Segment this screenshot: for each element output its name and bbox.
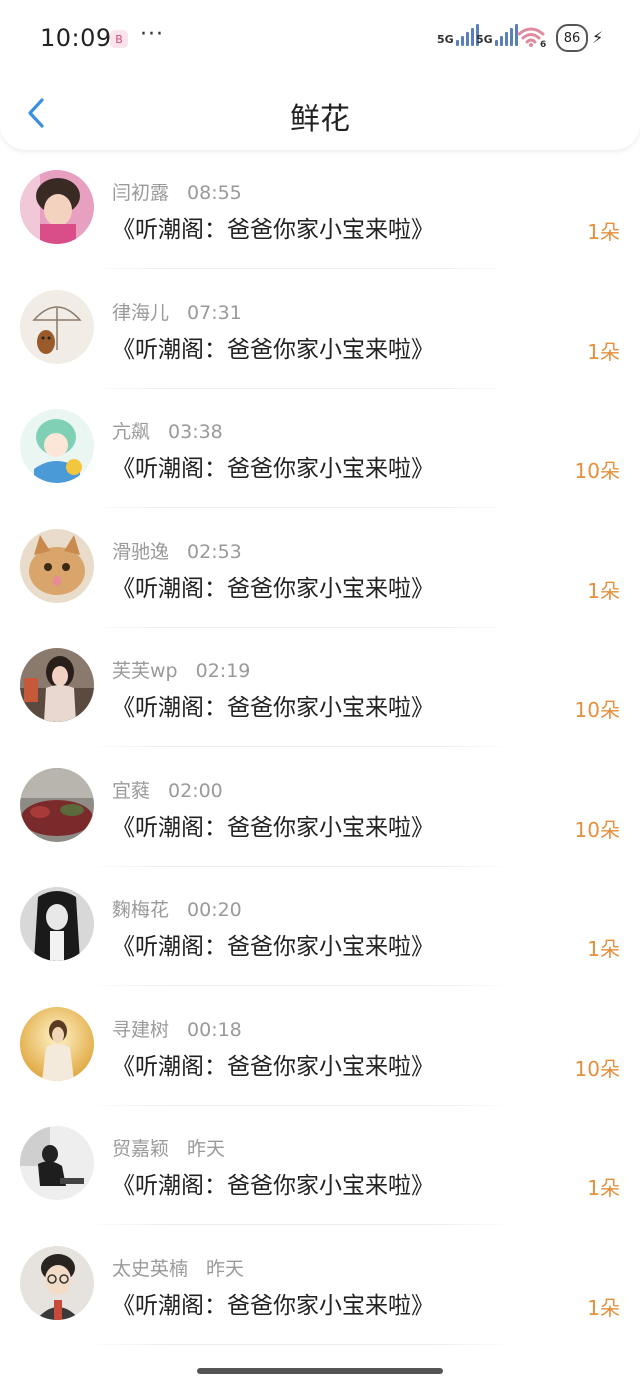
message-text: 《听潮阁：爸爸你家小宝来啦》 <box>112 217 434 243</box>
signal-5g-icon-2: 5G <box>476 24 518 46</box>
flower-count: 1朵 <box>587 1176 620 1200</box>
message-text: 《听潮阁：爸爸你家小宝来啦》 <box>112 695 434 721</box>
list-item[interactable]: 闫初露 08:55 《听潮阁：爸爸你家小宝来啦》 1朵 <box>0 150 640 270</box>
message-text: 《听潮阁：爸爸你家小宝来啦》 <box>112 814 434 841</box>
app-notification-icon: B <box>110 30 128 48</box>
list-item[interactable]: 太史英楠 昨天 《听潮阁：爸爸你家小宝来啦》 1朵 <box>0 1226 640 1346</box>
top-bar: 10:09 B ··· 5G 5G 6 86 ⚡ 鲜花 <box>0 0 640 150</box>
avatar[interactable] <box>20 170 94 244</box>
sender-name: 亢飙 <box>112 421 151 443</box>
list-item[interactable]: 亢飙 03:38 《听潮阁：爸爸你家小宝来啦》 10朵 <box>0 389 640 509</box>
list-item[interactable]: 芙芙wp 02:19 《听潮阁：爸爸你家小宝来啦》 10朵 <box>0 628 640 748</box>
more-notifications-icon: ··· <box>140 22 164 47</box>
list-item[interactable]: 滑驰逸 02:53 《听潮阁：爸爸你家小宝来啦》 1朵 <box>0 509 640 629</box>
message-text: 《听潮阁：爸爸你家小宝来啦》 <box>112 456 434 482</box>
battery-icon: 86 <box>556 24 588 52</box>
send-time: 00:18 <box>187 1018 242 1041</box>
sender-name: 律海儿 <box>112 301 170 324</box>
send-time: 02:00 <box>168 779 223 802</box>
sender-name: 宜蕤 <box>112 779 151 802</box>
sender-name: 贸嘉颖 <box>112 1138 170 1160</box>
sender-name: 麴梅花 <box>112 899 170 921</box>
list-item[interactable]: 宜蕤 02:00 《听潮阁：爸爸你家小宝来啦》 10朵 <box>0 748 640 868</box>
send-time: 昨天 <box>187 1138 226 1160</box>
sender-name: 芙芙wp <box>112 660 178 682</box>
send-time: 02:53 <box>187 540 242 563</box>
flower-count: 1朵 <box>587 578 620 603</box>
sender-name: 太史英楠 <box>112 1257 189 1280</box>
wifi-label: 6 <box>540 40 547 50</box>
list-item[interactable]: 寻建树 00:18 《听潮阁：爸爸你家小宝来啦》 10朵 <box>0 987 640 1107</box>
avatar[interactable] <box>20 289 94 364</box>
avatar[interactable] <box>20 887 94 961</box>
charging-icon: ⚡ <box>592 28 604 47</box>
list-item[interactable]: 律海儿 07:31 《听潮阁：爸爸你家小宝来啦》 1朵 <box>0 270 640 390</box>
flower-count: 1朵 <box>587 220 620 244</box>
status-time: 10:09 <box>40 24 112 52</box>
send-time: 07:31 <box>187 301 242 324</box>
message-text: 《听潮阁：爸爸你家小宝来啦》 <box>112 1053 434 1080</box>
list-item[interactable]: 贸嘉颖 昨天 《听潮阁：爸爸你家小宝来啦》 1朵 <box>0 1106 640 1226</box>
avatar[interactable] <box>20 648 94 722</box>
avatar[interactable] <box>20 409 94 483</box>
flower-count: 1朵 <box>587 937 620 961</box>
status-bar: 10:09 B ··· 5G 5G 6 86 ⚡ <box>0 0 640 80</box>
send-time: 03:38 <box>168 421 223 443</box>
flower-count: 1朵 <box>587 1295 620 1320</box>
avatar[interactable] <box>20 528 94 603</box>
send-time: 00:20 <box>187 899 242 921</box>
send-time: 02:19 <box>195 660 251 682</box>
message-text: 《听潮阁：爸爸你家小宝来啦》 <box>112 575 434 602</box>
list-item[interactable]: 麴梅花 00:20 《听潮阁：爸爸你家小宝来啦》 1朵 <box>0 867 640 987</box>
message-text: 《听潮阁：爸爸你家小宝来啦》 <box>112 1173 434 1199</box>
flower-count: 10朵 <box>574 459 620 483</box>
message-text: 《听潮阁：爸爸你家小宝来啦》 <box>112 1292 434 1319</box>
sender-name: 滑驰逸 <box>112 540 170 563</box>
avatar[interactable] <box>20 1245 94 1320</box>
avatar[interactable] <box>20 1126 94 1200</box>
flower-count: 10朵 <box>574 1056 620 1081</box>
divider <box>86 1343 516 1345</box>
sender-name: 寻建树 <box>112 1018 170 1041</box>
avatar[interactable] <box>20 767 94 842</box>
send-time: 昨天 <box>206 1257 245 1280</box>
flower-count: 1朵 <box>587 339 620 364</box>
page-title: 鲜花 <box>290 102 350 137</box>
flower-list: 闫初露 08:55 《听潮阁：爸爸你家小宝来啦》 1朵 律海儿 07:31 《听潮阁… <box>0 150 640 1345</box>
message-text: 《听潮阁：爸爸你家小宝来啦》 <box>112 934 434 960</box>
flower-count: 10朵 <box>574 817 620 842</box>
message-text: 《听潮阁：爸爸你家小宝来啦》 <box>112 336 434 363</box>
battery-level: 86 <box>563 30 581 46</box>
home-indicator[interactable] <box>197 1368 443 1374</box>
signal-5g-icon: 5G <box>437 24 479 46</box>
sender-name: 闫初露 <box>112 182 170 204</box>
send-time: 08:55 <box>187 182 242 204</box>
avatar[interactable] <box>20 1006 94 1081</box>
flower-count: 10朵 <box>574 698 620 722</box>
